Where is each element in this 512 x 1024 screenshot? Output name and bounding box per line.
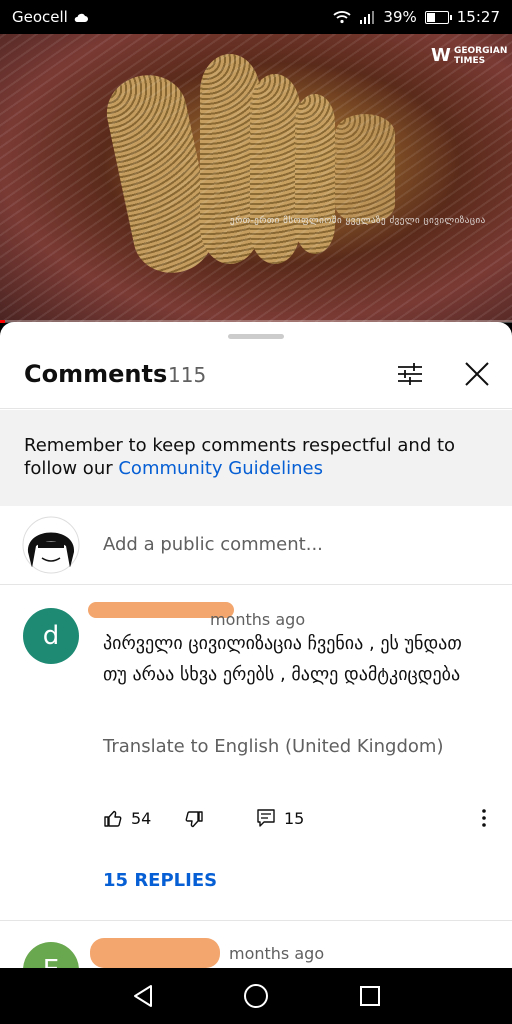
divider xyxy=(0,408,512,409)
carrier-name: Geocell xyxy=(12,8,68,26)
channel-logo-text: GEORGIAN TIMES xyxy=(454,46,508,66)
drag-handle[interactable] xyxy=(228,334,284,339)
nav-back-button[interactable] xyxy=(129,982,157,1010)
sliders-icon xyxy=(398,363,422,385)
view-replies-button[interactable]: 15 REPLIES xyxy=(103,870,217,891)
redacted-username xyxy=(90,938,220,968)
like-count: 54 xyxy=(131,808,152,828)
reply-count: 15 xyxy=(284,808,305,828)
comment-text: პირველი ცივილიზაცია ჩვენია , ეს უნდათ თუ… xyxy=(103,633,462,685)
battery-percent: 39% xyxy=(383,8,417,26)
signal-icon xyxy=(360,11,375,24)
user-avatar[interactable] xyxy=(22,516,80,574)
clock: 15:27 xyxy=(456,8,500,26)
status-right: 39% 15:27 xyxy=(333,8,500,26)
nav-recents-icon xyxy=(360,986,380,1006)
close-button[interactable] xyxy=(461,358,493,390)
channel-logo: W GEORGIAN TIMES xyxy=(431,45,508,66)
divider xyxy=(0,920,512,921)
thumbs-down-icon xyxy=(185,811,203,828)
comments-sheet: Comments 115 Remember to keep comments r… xyxy=(0,322,512,968)
like-button[interactable]: 54 xyxy=(103,808,151,828)
video-player[interactable]: W GEORGIAN TIMES ერთ-ერთი მსოფლიოში ყველ… xyxy=(0,34,512,322)
thumbs-up-icon xyxy=(104,810,122,827)
carrier-label: Geocell xyxy=(12,8,89,26)
comments-count: 115 xyxy=(168,363,207,387)
filter-button[interactable] xyxy=(394,358,426,390)
add-comment-input[interactable]: Add a public comment... xyxy=(103,534,323,555)
channel-logo-mark: W xyxy=(431,45,451,66)
reply-button[interactable]: 15 xyxy=(256,808,304,828)
comment-time: months ago xyxy=(210,610,306,629)
comment-time: months ago xyxy=(229,944,325,963)
nav-back-icon xyxy=(134,985,152,1007)
status-bar: Geocell 39% 15:27 xyxy=(0,0,512,34)
battery-fill xyxy=(426,12,436,22)
divider xyxy=(0,584,512,585)
guidelines-notice: Remember to keep comments respectful and… xyxy=(0,410,512,506)
more-vert-icon xyxy=(482,809,486,827)
commenter-avatar[interactable]: d xyxy=(23,608,79,664)
wifi-icon xyxy=(333,11,352,24)
commenter-avatar[interactable]: E xyxy=(23,942,79,968)
dislike-button[interactable] xyxy=(184,810,204,830)
reply-icon xyxy=(257,809,275,827)
nav-recents-button[interactable] xyxy=(356,982,384,1010)
video-caption: ერთ-ერთი მსოფლიოში ყველაზე ძველი ცივილიზ… xyxy=(230,216,486,226)
video-texture xyxy=(0,34,512,322)
nav-home-button[interactable] xyxy=(242,982,270,1010)
guidelines-text: Remember to keep comments respectful and… xyxy=(24,434,494,480)
cloud-icon xyxy=(74,13,88,22)
comments-title: Comments xyxy=(24,360,168,388)
more-options-button[interactable] xyxy=(480,808,488,828)
user-avatar-drawing xyxy=(22,516,80,574)
battery-icon xyxy=(424,10,452,24)
close-icon xyxy=(465,362,489,386)
community-guidelines-link[interactable]: Community Guidelines xyxy=(118,458,323,479)
nav-home-icon xyxy=(244,984,268,1008)
video-progress-played xyxy=(0,320,6,323)
system-nav-bar xyxy=(0,968,512,1024)
translate-link[interactable]: Translate to English (United Kingdom) xyxy=(103,736,443,757)
